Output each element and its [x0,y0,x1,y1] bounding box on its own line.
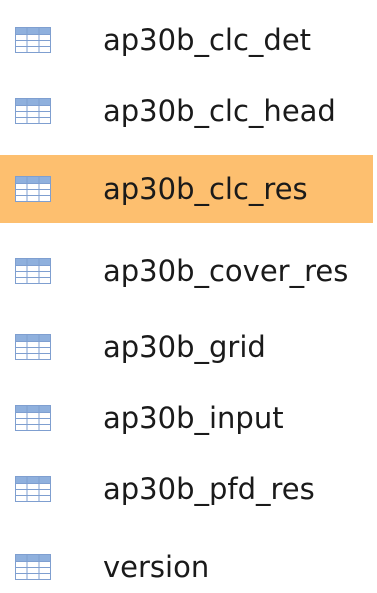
table-item-label: ap30b_clc_res [103,171,308,206]
table-item-ap30b-clc-det[interactable]: ap30b_clc_det [0,6,377,74]
table-icon [15,98,51,124]
table-item-version[interactable]: version [0,533,377,593]
table-list: ap30b_clc_det ap30b_clc_head ap30b_clc_r… [0,0,377,593]
table-item-label: ap30b_grid [103,329,266,364]
table-icon [15,334,51,360]
table-item-ap30b-clc-head[interactable]: ap30b_clc_head [0,77,377,145]
table-item-label: ap30b_pfd_res [103,471,315,506]
table-icon [15,476,51,502]
table-item-label: ap30b_clc_head [103,93,336,128]
table-item-label: ap30b_clc_det [103,22,312,57]
table-icon [15,27,51,53]
table-item-ap30b-input[interactable]: ap30b_input [0,384,377,452]
table-icon [15,258,51,284]
table-icon [15,554,51,580]
table-item-label: version [103,549,210,584]
table-icon [15,405,51,431]
table-icon [15,176,51,202]
table-item-label: ap30b_input [103,400,284,435]
table-item-label: ap30b_cover_res [103,253,349,288]
table-item-ap30b-clc-res[interactable]: ap30b_clc_res [0,155,373,223]
table-item-ap30b-pfd-res[interactable]: ap30b_pfd_res [0,455,377,523]
table-item-ap30b-cover-res[interactable]: ap30b_cover_res [0,237,377,305]
table-item-ap30b-grid[interactable]: ap30b_grid [0,313,377,381]
